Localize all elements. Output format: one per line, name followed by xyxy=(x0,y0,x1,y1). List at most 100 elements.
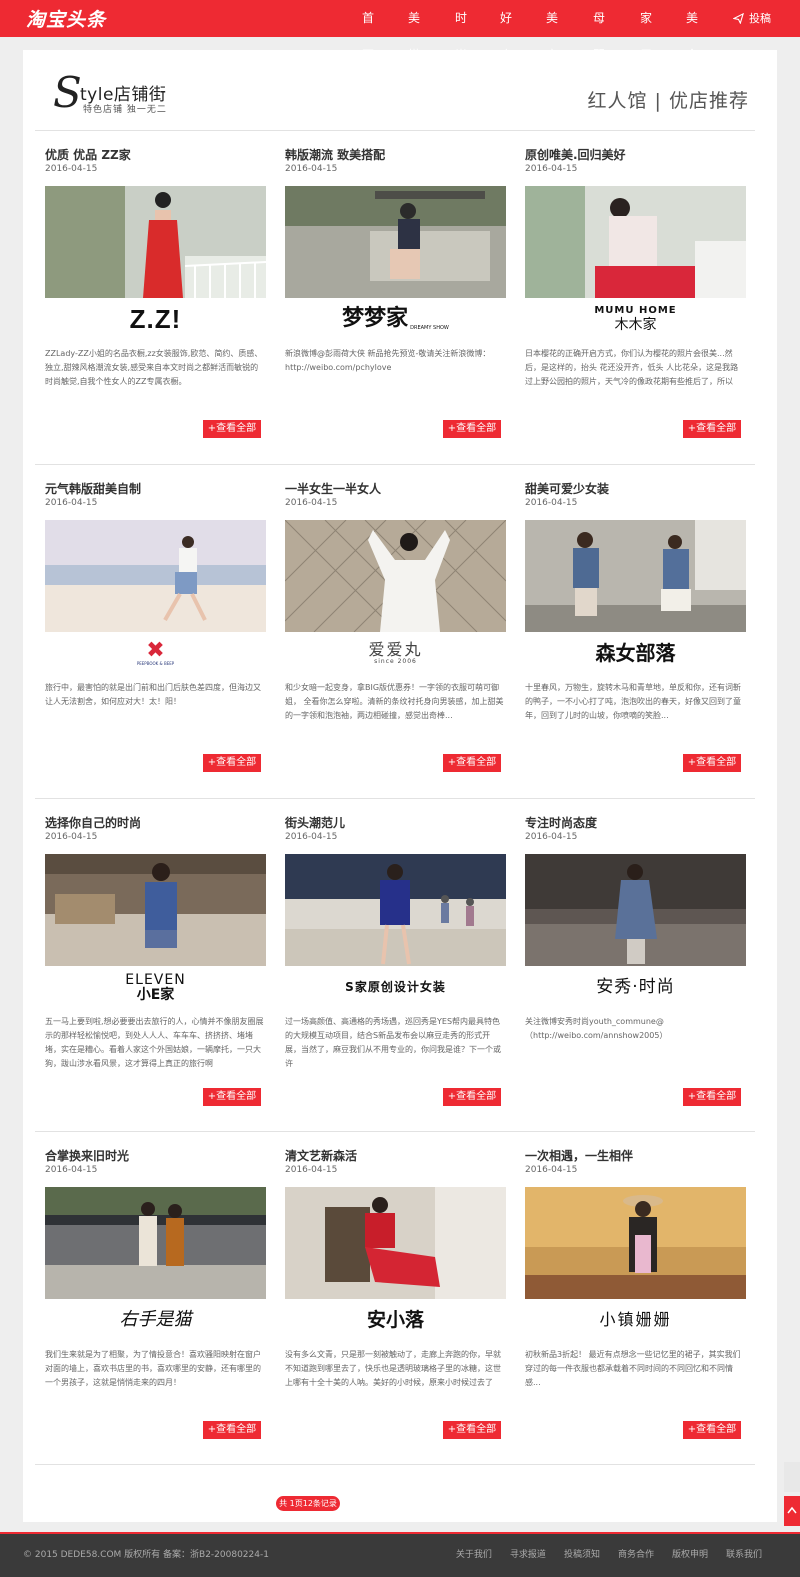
card-title[interactable]: 一半女生一半女人 xyxy=(285,480,381,497)
photo-woman-jersey xyxy=(45,854,266,966)
card-image[interactable] xyxy=(525,520,746,632)
nav-item-food[interactable]: 美食 xyxy=(686,0,698,62)
photo-woman-sitting xyxy=(525,186,746,298)
card-title[interactable]: 清文艺新森活 xyxy=(285,1147,357,1164)
view-all-button[interactable]: +查看全部 xyxy=(203,1421,261,1439)
divider xyxy=(35,798,755,799)
footer-link-copyright[interactable]: 版权申明 xyxy=(672,1547,708,1560)
card-title[interactable]: 优质 优品 ZZ家 xyxy=(45,146,131,163)
view-all-button[interactable]: +查看全部 xyxy=(203,420,261,438)
card-date: 2016-04-15 xyxy=(525,498,578,508)
brand-slogan: 特色店铺 独一无二 xyxy=(83,105,167,115)
card-image[interactable] xyxy=(45,1187,266,1299)
card-date: 2016-04-15 xyxy=(45,164,98,174)
card-title[interactable]: 选择你自己的时尚 xyxy=(45,814,141,831)
shop-logo: 安秀·时尚 xyxy=(596,976,675,997)
nav-item-home[interactable]: 首页 xyxy=(362,0,374,62)
card-title[interactable]: 甜美可爱少女装 xyxy=(525,480,609,497)
view-all-button[interactable]: +查看全部 xyxy=(683,420,741,438)
nav-item-beauty[interactable]: 美容 xyxy=(546,0,558,62)
footer-links: 关于我们 寻求报道 投稿须知 商务合作 版权申明 联系我们 xyxy=(438,1547,762,1560)
photo-woman-denim xyxy=(525,854,746,966)
photo-runway-street xyxy=(285,854,506,966)
back-to-top-button[interactable] xyxy=(784,1496,800,1526)
card-image[interactable] xyxy=(45,520,266,632)
card-title[interactable]: 元气韩版甜美自制 xyxy=(45,480,141,497)
card-image[interactable] xyxy=(285,854,506,966)
shop-logo: 梦梦家 DREAMY SHOW xyxy=(342,306,449,331)
card-title[interactable]: 街头潮范儿 xyxy=(285,814,345,831)
card-image[interactable] xyxy=(525,1187,746,1299)
divider xyxy=(35,464,755,465)
nav-item-baby[interactable]: 母婴 xyxy=(593,0,605,62)
card-image[interactable] xyxy=(285,186,506,298)
divider xyxy=(35,1131,755,1132)
footer-link-business[interactable]: 商务合作 xyxy=(618,1547,654,1560)
card-description: 没有多么文青，只是那一刻被触动了，走廊上奔跑的你，早就不知道跑到哪里去了，快乐也… xyxy=(285,1350,501,1387)
card-date: 2016-04-15 xyxy=(285,1165,338,1175)
card-description: 新浪微博@彭雨荷大侠 新品抢先预览-敬请关注新浪微博：http://weibo.… xyxy=(285,349,491,372)
photo-woman-red-chair xyxy=(285,1187,506,1299)
card-image[interactable] xyxy=(285,520,506,632)
shop-card: 清文艺新森活 2016-04-15 安小落 没有多么文青，只是那一刻被触动了，走… xyxy=(285,1147,506,1447)
card-description: 十里春风，万物生，旋转木马和青草地，单反和你，还有词靳的鸭子，一不小心打了吨，泡… xyxy=(525,683,741,720)
shop-logo: S家原创设计女装 xyxy=(345,980,446,994)
main-panel: S tyle店铺街 特色店铺 独一无二 红人馆 | 优店推荐 优质 优品 ZZ家… xyxy=(23,50,777,1522)
card-description: ZZLady-ZZ小姐的名品衣橱,zz女装服饰,欧范、简约、质感、独立,甜辣风格… xyxy=(45,349,263,386)
card-description: 关注微博安秀时尚youth_commune@（http://weibo.com/… xyxy=(525,1017,668,1040)
card-title[interactable]: 韩版潮流 致美搭配 xyxy=(285,146,385,163)
card-image[interactable] xyxy=(285,1187,506,1299)
card-description: 过一场高颜值、高通格的秀场遇，巡回秀是YES帮内最具特色的大规模互动项目，结合S… xyxy=(285,1017,501,1068)
card-image[interactable] xyxy=(525,186,746,298)
nav-item-home-living[interactable]: 家居 xyxy=(640,0,652,62)
shop-card: 一次相遇，一生相伴 2016-04-15 小镇姗姗 初秋新品3折起！ 最近有点想… xyxy=(525,1147,746,1447)
shop-card: 原创唯美.回归美好 2016-04-15 MUMU HOME 木木家 日本樱花的… xyxy=(525,146,746,446)
shop-logo: 右手是猫 xyxy=(119,1309,192,1330)
view-all-button[interactable]: +查看全部 xyxy=(443,420,501,438)
card-date: 2016-04-15 xyxy=(285,498,338,508)
site-logo[interactable]: 淘宝头条 xyxy=(26,5,106,32)
card-title[interactable]: 合掌换来旧时光 xyxy=(45,1147,129,1164)
card-description: 日本樱花的正确开启方式，你们认为樱花的照片会很美...然后，是这样的，抬头 花还… xyxy=(525,349,739,386)
view-all-button[interactable]: +查看全部 xyxy=(203,754,261,772)
side-tool-button[interactable] xyxy=(784,1462,800,1492)
photo-woman-golf-cart xyxy=(285,186,506,298)
shop-logo: 安小落 xyxy=(366,1308,424,1331)
view-all-button[interactable]: +查看全部 xyxy=(443,1421,501,1439)
card-date: 2016-04-15 xyxy=(285,164,338,174)
footer-link-about[interactable]: 关于我们 xyxy=(456,1547,492,1560)
nav-item-style[interactable]: 美搭 xyxy=(408,0,420,62)
footer-link-press[interactable]: 寻求报道 xyxy=(510,1547,546,1560)
card-image[interactable] xyxy=(45,186,266,298)
shop-logo: Z.Z! xyxy=(129,304,182,334)
top-navbar: 淘宝头条 首页 美搭 时尚 好店 美容 母婴 家居 美食 投稿 xyxy=(0,0,800,62)
view-all-button[interactable]: +查看全部 xyxy=(443,754,501,772)
view-all-button[interactable]: +查看全部 xyxy=(683,1421,741,1439)
view-all-button[interactable]: +查看全部 xyxy=(203,1088,261,1106)
copyright: © 2015 DEDE58.COM 版权所有 备案：浙B2-20080224-1 xyxy=(23,1550,269,1560)
brand-logo: S tyle店铺街 特色店铺 独一无二 xyxy=(53,68,173,120)
pagination-info: 共 1页12条记录 xyxy=(276,1496,340,1511)
photo-two-women-temple xyxy=(45,1187,266,1299)
card-image[interactable] xyxy=(525,854,746,966)
card-title[interactable]: 原创唯美.回归美好 xyxy=(525,146,626,163)
footer-link-contact[interactable]: 联系我们 xyxy=(726,1547,762,1560)
card-description: 旅行中，最害怕的就是出门前和出门后肤色差四度，但海边又让人无法割舍，如何应对大！… xyxy=(45,683,261,706)
nav-item-fashion[interactable]: 时尚 xyxy=(455,0,467,62)
shop-card: 优质 优品 ZZ家 2016-04-15 Z.Z! ZZLady-ZZ小姐的名品… xyxy=(45,146,266,446)
shop-logo: ELEVEN 小E家 xyxy=(125,971,186,1003)
view-all-button[interactable]: +查看全部 xyxy=(443,1088,501,1106)
card-title[interactable]: 专注时尚态度 xyxy=(525,814,597,831)
shop-card: 元气韩版甜美自制 2016-04-15 ✖ PEEPBOOK & BEEP 旅行… xyxy=(45,480,266,780)
view-all-button[interactable]: +查看全部 xyxy=(683,754,741,772)
card-title[interactable]: 一次相遇，一生相伴 xyxy=(525,1147,633,1164)
contribute-link[interactable]: 投稿 xyxy=(732,0,771,37)
card-description: 我们生来就是为了相聚，为了情投意合！喜欢骚阳映射在窗户对面的墙上，喜欢书店里的书… xyxy=(45,1350,261,1387)
view-all-button[interactable]: +查看全部 xyxy=(683,1088,741,1106)
card-image[interactable] xyxy=(45,854,266,966)
footer-link-submission[interactable]: 投稿须知 xyxy=(564,1547,600,1560)
card-date: 2016-04-15 xyxy=(45,498,98,508)
shop-logo: ✖ PEEPBOOK & BEEP xyxy=(136,638,175,666)
card-date: 2016-04-15 xyxy=(525,164,578,174)
nav-item-shops[interactable]: 好店 xyxy=(500,0,512,62)
